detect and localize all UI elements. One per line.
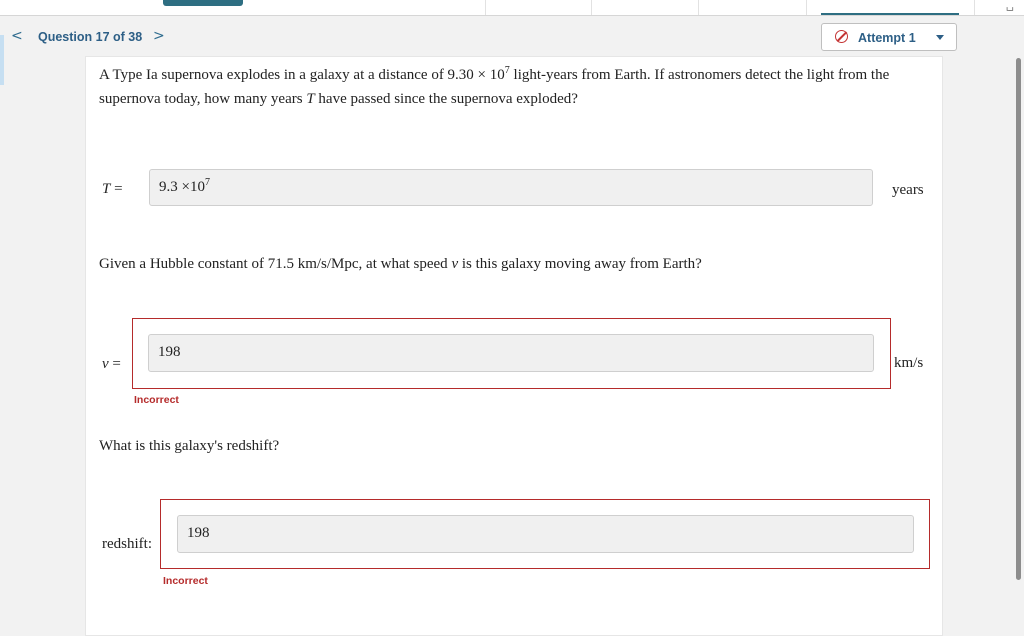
T-unit: years: [892, 182, 924, 198]
toolbar-divider: [806, 0, 807, 15]
attempt-tab-underline: [821, 13, 959, 15]
toolbar-divider: [485, 0, 486, 15]
v-incorrect-status: Incorrect: [134, 394, 179, 406]
top-toolbar: ⌞⌟: [0, 0, 1024, 16]
redshift-incorrect-status: Incorrect: [163, 575, 208, 587]
question-part3-text: What is this galaxy's redshift?: [99, 438, 280, 454]
active-tab-indicator[interactable]: [163, 0, 243, 6]
question-counter[interactable]: Question 17 of 38: [38, 30, 142, 44]
next-question-icon[interactable]: >: [153, 28, 165, 44]
scrollbar[interactable]: [1016, 58, 1021, 580]
previous-question-icon[interactable]: <: [11, 28, 23, 44]
toolbar-divider: [974, 0, 975, 15]
toolbar-divider: [591, 0, 592, 15]
attempt-label: Attempt 1: [858, 31, 916, 45]
toolbar-divider: [698, 0, 699, 15]
expand-icon[interactable]: ⌞⌟: [1006, 0, 1014, 13]
v-label: v =: [102, 356, 121, 372]
question-part1-text: A Type Ia supernova explodes in a galaxy…: [99, 65, 890, 108]
v-unit: km/s: [894, 355, 924, 371]
question-part2-text: Given a Hubble constant of 71.5 km/s/Mpc…: [99, 256, 702, 272]
chevron-down-icon: [936, 35, 944, 40]
v-answer-input[interactable]: 198: [148, 334, 874, 372]
redshift-label: redshift:: [102, 536, 152, 552]
T-answer-input[interactable]: 9.3 ×107: [149, 169, 873, 206]
attempt-dropdown[interactable]: Attempt 1: [821, 23, 957, 51]
T-label: T =: [102, 181, 123, 197]
incorrect-ban-icon: [835, 30, 848, 43]
question-nav: < Question 17 of 38 > Attempt 1: [0, 16, 1024, 61]
redshift-answer-input[interactable]: 198: [177, 515, 914, 553]
